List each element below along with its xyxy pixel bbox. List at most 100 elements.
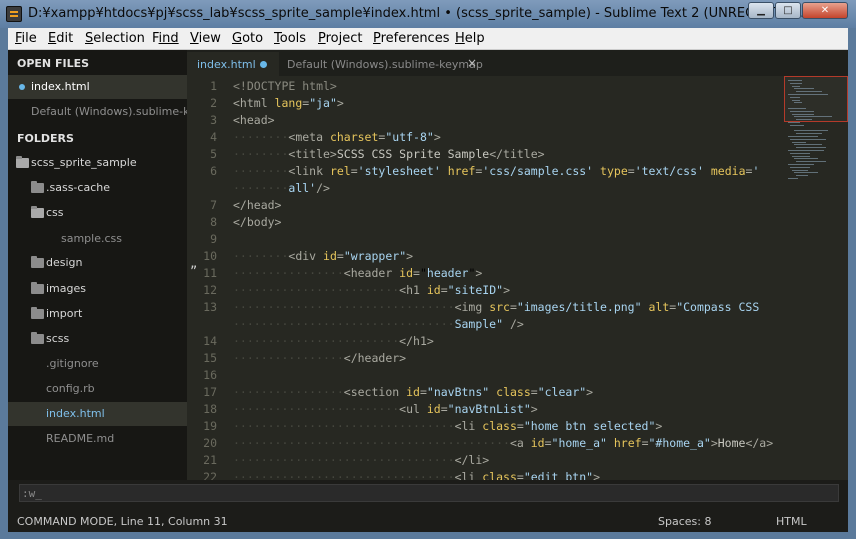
token-cur: " xyxy=(419,266,427,280)
menu-goto-mnemonic: G xyxy=(232,31,243,46)
code-line[interactable]: 9 xyxy=(187,231,784,248)
token-tag xyxy=(607,436,614,450)
code-line[interactable]: 15 ················</header> xyxy=(187,350,784,367)
tab-close-icon[interactable]: × xyxy=(467,56,477,70)
command-bar xyxy=(8,480,848,510)
code-line[interactable]: 12 ························<h1 id="siteID… xyxy=(187,282,784,299)
minimap-line xyxy=(788,80,802,81)
folder-css[interactable]: css xyxy=(8,201,187,225)
folder-scss[interactable]: scss xyxy=(8,327,187,351)
code-line[interactable]: 10 ········<div id="wrapper"> xyxy=(187,248,784,265)
minimize-button[interactable]: ▁ xyxy=(748,2,774,19)
open-file-keymap[interactable]: Default (Windows).sublime-keymap xyxy=(8,100,187,124)
code-line[interactable]: 21 ································</li> xyxy=(187,452,784,469)
menu-tools[interactable]: Tools xyxy=(274,31,306,46)
tree-item-label: index.html xyxy=(46,407,105,420)
code-line[interactable]: 13 ································<img s… xyxy=(187,299,784,316)
folder-import[interactable]: import xyxy=(8,302,187,326)
folder-open-icon xyxy=(16,156,29,168)
minimap-line xyxy=(796,175,808,177)
menu-help[interactable]: Help xyxy=(455,31,485,46)
minimap-line xyxy=(796,119,812,121)
tree-item-label: design xyxy=(46,256,83,269)
token-tag: <li xyxy=(454,470,483,480)
maximize-button[interactable]: □ xyxy=(775,2,801,19)
unsaved-dot-icon[interactable] xyxy=(260,61,267,68)
token-tag: > xyxy=(593,470,601,480)
code-line[interactable]: 4 ········<meta charset="utf-8"> xyxy=(187,129,784,146)
token-tag: > xyxy=(503,283,510,297)
menu-file[interactable]: File xyxy=(15,31,37,46)
tab-label: index.html xyxy=(197,58,256,71)
token-str: "images/title.png" xyxy=(516,300,642,314)
code-line[interactable]: ································Sample" … xyxy=(187,316,784,333)
tab-keymap[interactable]: Default (Windows).sublime-keymap × xyxy=(279,52,489,76)
code-editor[interactable]: ” 1 <!DOCTYPE html> 2 <html lang="ja"> 3 <hea… xyxy=(187,76,784,480)
folder-root-label: scss_sprite_sample xyxy=(31,156,137,169)
tree-item-label: images xyxy=(46,282,86,295)
window-titlebar[interactable]: D:¥xampp¥htdocs¥pj¥scss_lab¥scss_sprite_… xyxy=(0,0,856,28)
line-number: 17 xyxy=(203,385,217,399)
menu-view[interactable]: View xyxy=(190,31,221,46)
file-index-html[interactable]: index.html xyxy=(8,402,187,426)
menu-project[interactable]: Project xyxy=(318,31,363,46)
code-line[interactable]: ········all'/> xyxy=(187,180,784,197)
token-tag: > xyxy=(406,249,414,263)
code-line[interactable]: 2 <html lang="ja"> xyxy=(187,95,784,112)
folder-design[interactable]: design xyxy=(8,251,187,275)
minimap[interactable] xyxy=(784,76,848,480)
file-gitignore[interactable]: .gitignore xyxy=(8,352,187,376)
code-line[interactable]: 1 <!DOCTYPE html> xyxy=(187,78,784,95)
close-button[interactable]: ✕ xyxy=(802,2,848,19)
code-text: ························<ul id="navBtnLi… xyxy=(233,401,538,418)
command-input[interactable] xyxy=(19,484,839,502)
file-config-rb[interactable]: config.rb xyxy=(8,377,187,401)
code-line[interactable]: 7 </head> xyxy=(187,197,784,214)
line-number: 13 xyxy=(203,300,217,314)
code-line[interactable]: 11 ················<header id="header"> xyxy=(187,265,784,282)
window-title: D:¥xampp¥htdocs¥pj¥scss_lab¥scss_sprite_… xyxy=(28,6,805,21)
code-line[interactable]: 14 ························</h1> xyxy=(187,333,784,350)
status-indentation[interactable]: Spaces: 8 xyxy=(658,515,711,528)
code-text: ································<li clas… xyxy=(233,418,662,435)
code-line[interactable]: 3 <head> xyxy=(187,112,784,129)
status-syntax[interactable]: HTML xyxy=(776,515,807,528)
line-number: 18 xyxy=(203,402,217,416)
code-line[interactable]: 5 ········<title>SCSS CSS Sprite Sample</… xyxy=(187,146,784,163)
code-line[interactable]: 20 ······································… xyxy=(187,435,784,452)
token-tag: <ul xyxy=(399,402,427,416)
menu-preferences[interactable]: Preferences xyxy=(373,31,449,46)
code-line[interactable]: 17 ················<section id="navBtns" … xyxy=(187,384,784,401)
menu-selection[interactable]: Selection xyxy=(85,31,145,46)
token-str: "navBtnList" xyxy=(447,402,531,416)
open-file-index-html[interactable]: index.html xyxy=(8,75,187,99)
minimap-line xyxy=(790,82,802,84)
code-line[interactable]: 18 ························<ul id="navBtn… xyxy=(187,401,784,418)
menu-find[interactable]: Find xyxy=(152,31,179,46)
menu-goto[interactable]: Goto xyxy=(232,31,263,46)
file-readme-md[interactable]: README.md xyxy=(8,427,187,451)
open-files-header: OPEN FILES xyxy=(17,57,90,70)
token-tag: </head> xyxy=(233,198,282,212)
folder-sass-cache[interactable]: .sass-cache xyxy=(8,176,187,200)
folder-images[interactable]: images xyxy=(8,277,187,301)
tree-item-label: scss xyxy=(46,332,70,345)
token-ws: ························ xyxy=(233,402,400,416)
code-line[interactable]: 8 </body> xyxy=(187,214,784,231)
token-str: "edit btn" xyxy=(523,470,594,480)
token-str: "home btn selected" xyxy=(523,419,656,433)
tree-item-label: import xyxy=(46,307,83,320)
token-tag: </body> xyxy=(233,215,282,229)
tab-index-html[interactable]: index.html xyxy=(187,52,279,76)
line-number: 7 xyxy=(210,198,217,212)
line-number: 19 xyxy=(203,419,217,433)
code-line[interactable]: 22 ································<li cl… xyxy=(187,469,784,480)
code-line[interactable]: 6 ········<link rel='stylesheet' href='cs… xyxy=(187,163,784,180)
code-line[interactable]: 16 xyxy=(187,367,784,384)
file-sample-css[interactable]: sample.css xyxy=(8,227,187,251)
token-tag: > xyxy=(710,436,718,450)
folder-root[interactable]: scss_sprite_sample xyxy=(8,151,187,175)
token-ws: ········ xyxy=(233,181,289,195)
menu-edit[interactable]: Edit xyxy=(48,31,73,46)
code-line[interactable]: 19 ································<li cl… xyxy=(187,418,784,435)
